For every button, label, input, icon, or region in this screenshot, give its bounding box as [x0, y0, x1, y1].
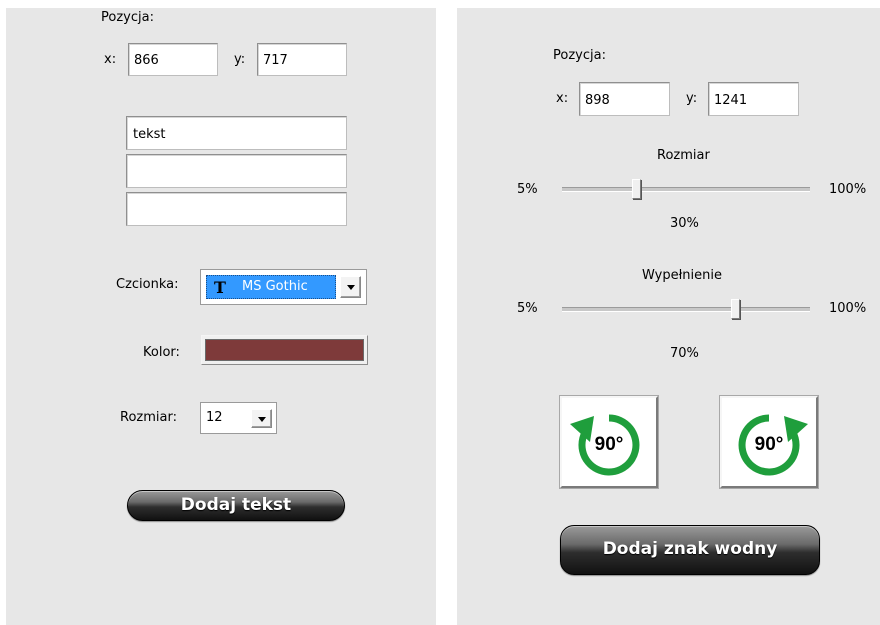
x-position-input[interactable]	[128, 43, 218, 76]
color-swatch	[205, 339, 364, 361]
text-line-2-input[interactable]	[126, 154, 347, 188]
size-slider-title: Rozmiar	[657, 148, 710, 163]
y-label: y:	[234, 52, 246, 67]
add-watermark-button[interactable]: Dodaj znak wodny	[560, 525, 820, 575]
rotate-right-button[interactable]: 90°	[719, 395, 819, 489]
text-line-1-input[interactable]	[126, 116, 347, 150]
x-label: x:	[556, 91, 569, 106]
size-value: 12	[206, 410, 223, 425]
position-label: Pozycja:	[101, 10, 154, 25]
chevron-down-icon[interactable]	[340, 276, 361, 298]
size-slider-value: 30%	[670, 216, 699, 231]
fill-slider-min-label: 5%	[517, 301, 538, 316]
font-label: Czcionka:	[116, 277, 179, 292]
font-selected-option: T MS Gothic	[206, 275, 336, 299]
rotate-left-label: 90°	[594, 434, 624, 455]
size-select[interactable]: 12	[200, 402, 277, 434]
x-position-input[interactable]	[579, 82, 670, 116]
color-picker-button[interactable]	[201, 335, 368, 365]
watermark-panel: Pozycja: x: y: Rozmiar 5% 100% 30% Wypeł…	[457, 8, 880, 625]
size-slider-max-label: 100%	[829, 182, 867, 197]
font-name: MS Gothic	[242, 279, 308, 294]
text-panel: Pozycja: x: y: Czcionka: T MS Gothic Kol…	[6, 8, 436, 625]
y-position-input[interactable]	[257, 43, 347, 76]
truetype-font-icon: T	[214, 278, 226, 297]
x-label: x:	[104, 52, 117, 67]
size-slider-track[interactable]	[562, 187, 810, 192]
chevron-down-icon[interactable]	[251, 409, 272, 428]
fill-slider-track[interactable]	[562, 307, 810, 312]
size-slider-thumb[interactable]	[632, 179, 641, 199]
fill-slider-value: 70%	[670, 346, 699, 361]
color-label: Kolor:	[143, 345, 180, 360]
size-slider-min-label: 5%	[517, 182, 538, 197]
font-select[interactable]: T MS Gothic	[200, 269, 367, 305]
y-label: y:	[686, 91, 698, 106]
size-label: Rozmiar:	[120, 410, 177, 425]
add-text-button[interactable]: Dodaj tekst	[127, 490, 345, 521]
rotate-right-label: 90°	[754, 434, 784, 455]
text-line-3-input[interactable]	[126, 192, 347, 226]
fill-slider-title: Wypełnienie	[642, 268, 722, 283]
position-label: Pozycja:	[553, 48, 606, 63]
y-position-input[interactable]	[708, 82, 799, 116]
fill-slider-max-label: 100%	[829, 301, 867, 316]
rotate-left-button[interactable]: 90°	[559, 395, 659, 489]
fill-slider-thumb[interactable]	[731, 299, 740, 319]
